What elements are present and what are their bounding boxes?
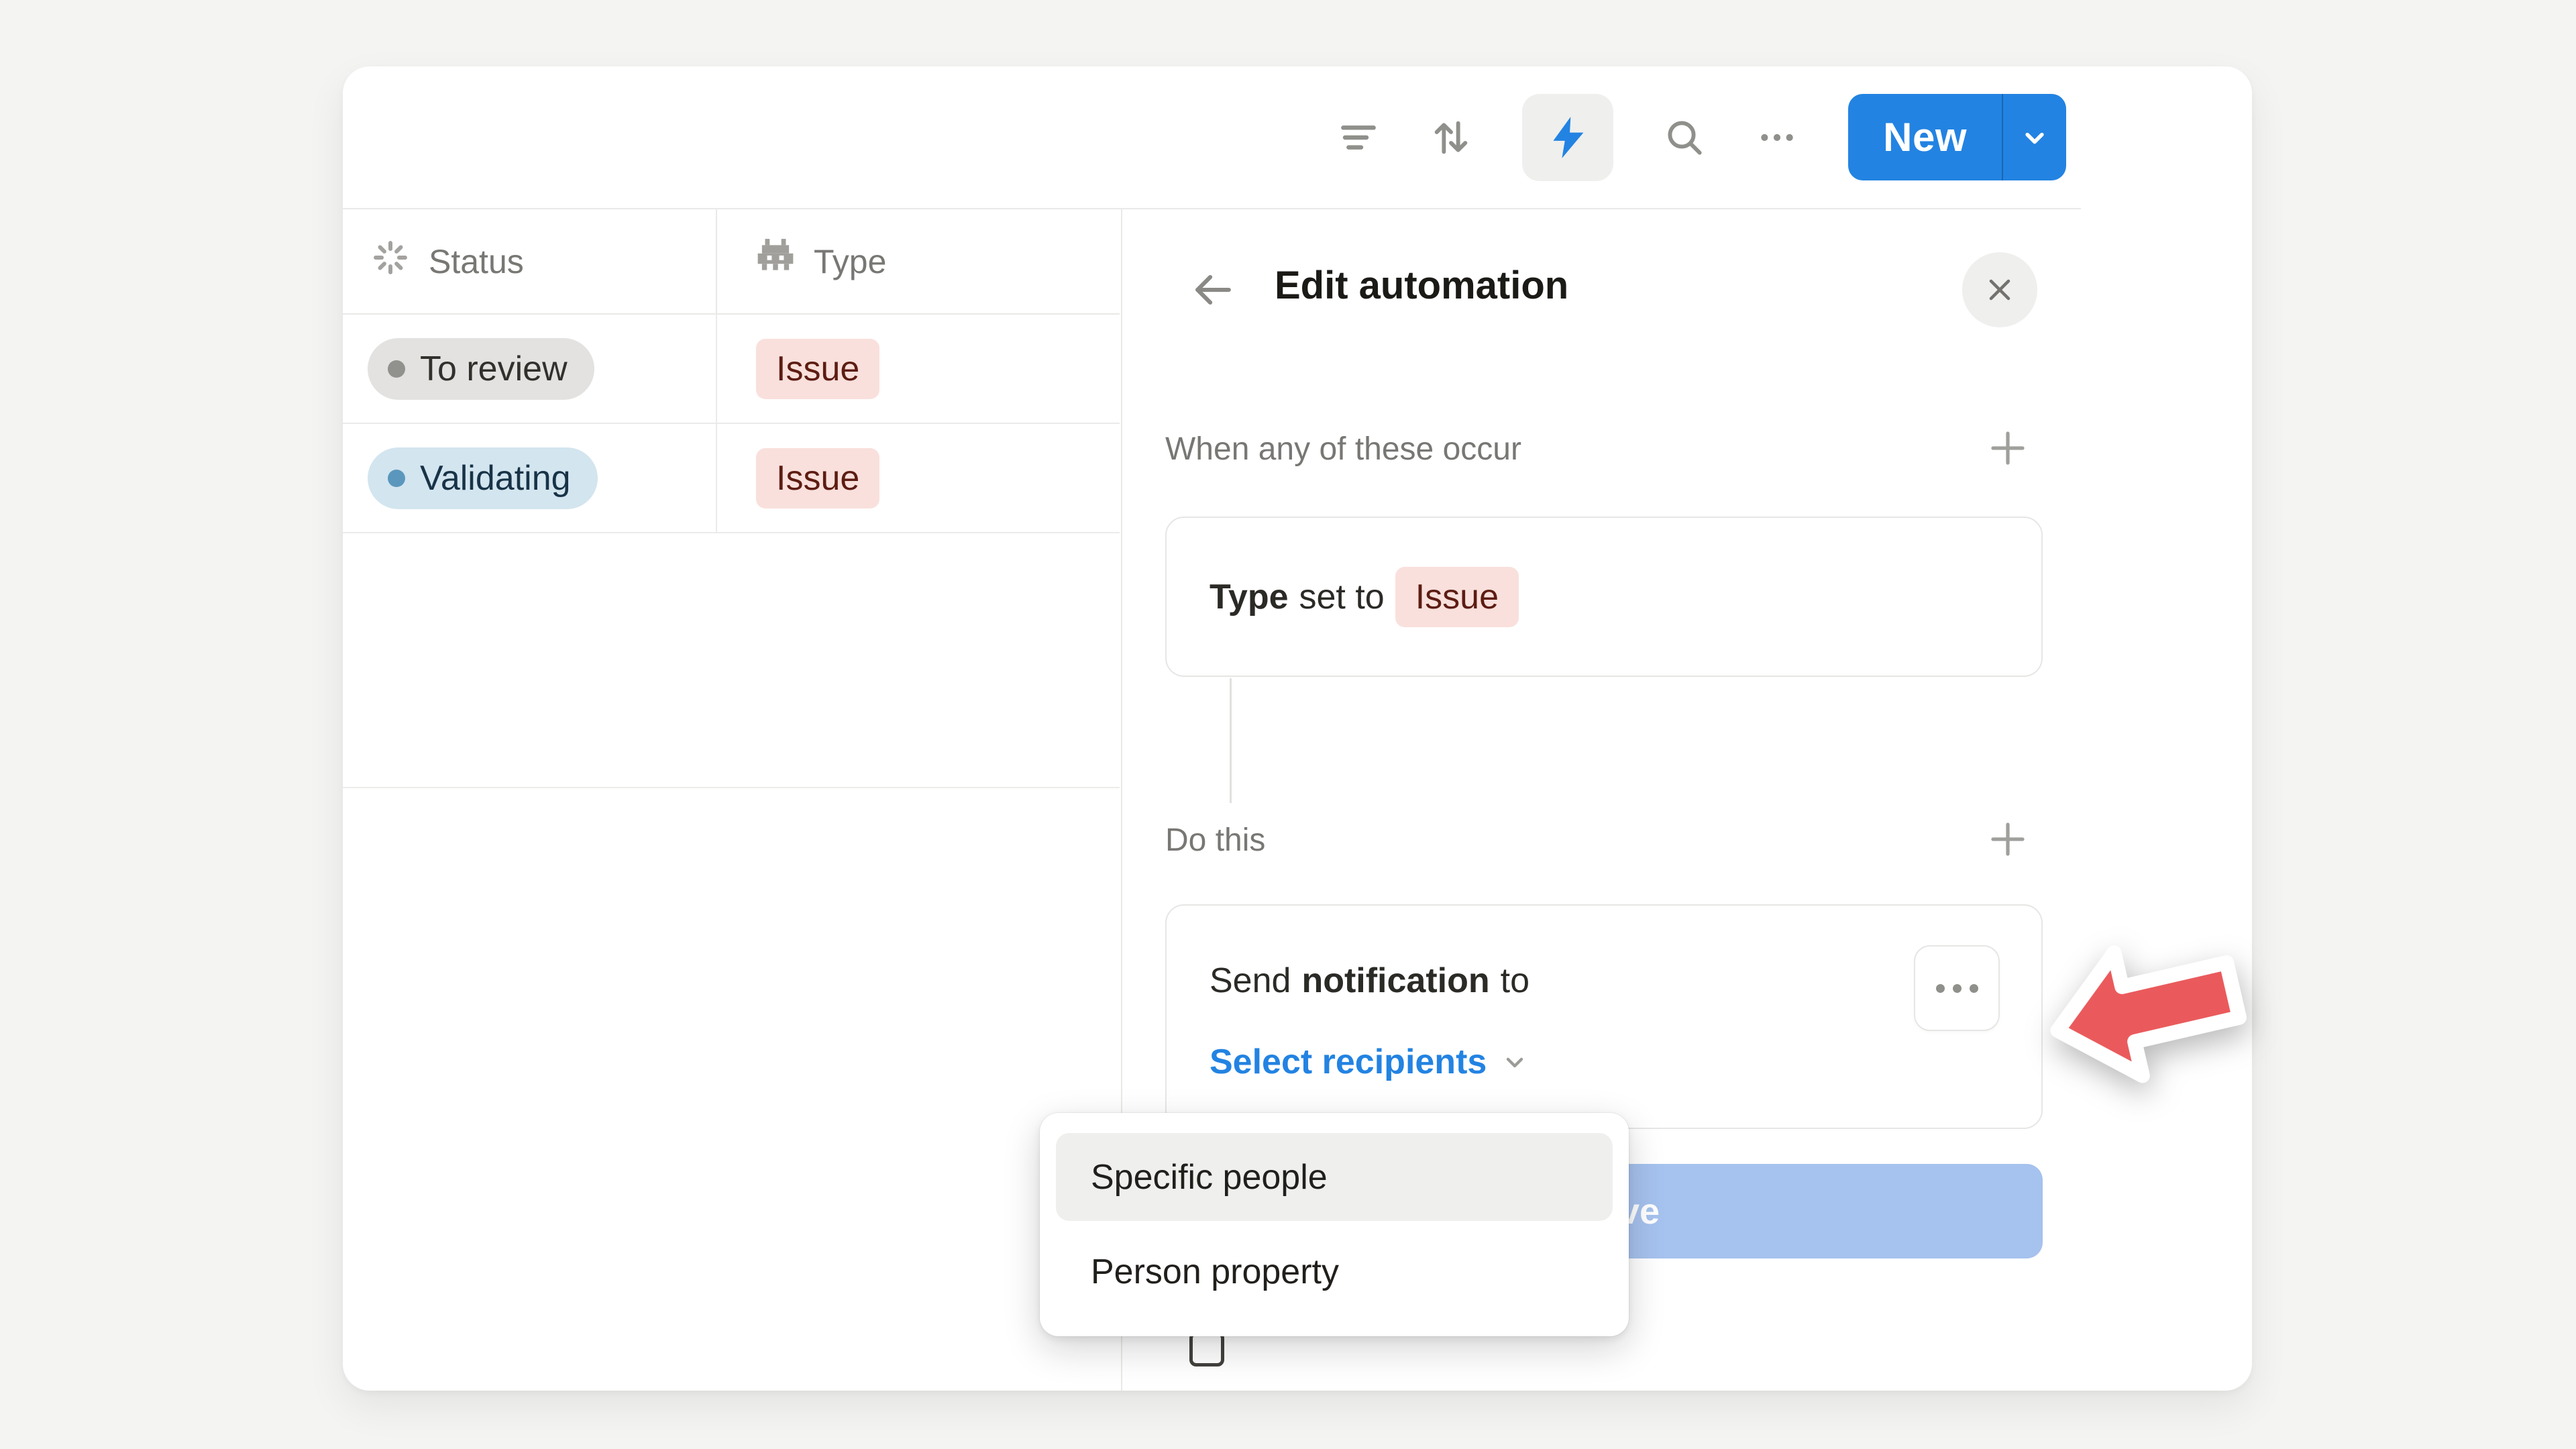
trigger-operator: set to [1299, 577, 1385, 617]
status-tag-label: Validating [420, 458, 571, 498]
filter-icon[interactable] [1337, 116, 1380, 159]
panel-header: Edit automation [1122, 209, 2252, 370]
add-trigger-button[interactable] [1984, 424, 2032, 472]
database-card: New [343, 66, 2252, 1391]
plus-icon [1986, 426, 2030, 470]
column-header-type[interactable]: Type [716, 209, 1118, 313]
action-type: notification [1301, 961, 1489, 1001]
arrow-left-icon [1189, 266, 1236, 313]
new-button-label[interactable]: New [1848, 94, 2002, 180]
automations-button-active[interactable] [1522, 94, 1613, 181]
trigger-card[interactable]: Type set to Issue [1165, 517, 2043, 677]
close-button[interactable] [1962, 252, 2037, 327]
lightning-icon [1543, 113, 1593, 162]
status-dot [388, 470, 405, 487]
back-button[interactable] [1187, 264, 1238, 315]
new-button[interactable]: New [1848, 94, 2066, 180]
action-section-label: Do this [1165, 822, 1265, 859]
type-tag-issue[interactable]: Issue [756, 339, 879, 399]
type-cell[interactable]: Issue [716, 424, 1118, 532]
more-options-button[interactable] [1756, 116, 1799, 159]
action-card[interactable]: Send notification to Select recipients [1165, 904, 2043, 1129]
checkbox-partial[interactable] [1189, 1332, 1224, 1366]
view-toolbar: New [343, 66, 2252, 208]
chevron-down-icon[interactable] [2003, 94, 2066, 180]
add-action-button[interactable] [1984, 815, 2032, 863]
status-tag-to-review[interactable]: To review [368, 338, 594, 400]
column-header-status[interactable]: Status [343, 209, 716, 313]
status-tag-label: To review [420, 349, 568, 389]
recipients-dropdown-menu: Specific people Person property [1040, 1113, 1629, 1336]
table-header-row: Status Type [343, 209, 1120, 315]
menu-item-specific-people[interactable]: Specific people [1056, 1133, 1613, 1221]
panel-title: Edit automation [1275, 263, 1568, 308]
flow-connector-line [1230, 678, 1232, 803]
empty-row-area[interactable] [343, 533, 1120, 788]
select-recipients-label[interactable]: Select recipients [1210, 1042, 1487, 1082]
chevron-down-icon [1499, 1046, 1531, 1078]
column-header-label: Type [814, 242, 886, 281]
select-recipients-dropdown-trigger[interactable]: Select recipients [1210, 1042, 1531, 1082]
type-tag-issue[interactable]: Issue [756, 448, 879, 508]
bug-invader-icon [755, 237, 796, 286]
status-dot [388, 360, 405, 378]
sort-icon[interactable] [1430, 116, 1472, 159]
status-cell[interactable]: To review [343, 315, 716, 423]
table-row: Validating Issue [343, 424, 1120, 533]
action-suffix: to [1501, 961, 1529, 1001]
table-row: To review Issue [343, 315, 1120, 424]
status-spinner-icon [370, 237, 411, 286]
action-sentence: Send notification to [1210, 961, 1529, 1001]
trigger-section-label: When any of these occur [1165, 431, 1521, 468]
action-prefix: Send [1210, 961, 1291, 1001]
type-cell[interactable]: Issue [716, 315, 1118, 423]
status-cell[interactable]: Validating [343, 424, 716, 532]
database-table: Status Type [343, 209, 1120, 788]
search-icon[interactable] [1663, 116, 1706, 159]
plus-icon [1986, 817, 2030, 861]
action-more-options-button[interactable] [1914, 945, 2000, 1031]
status-tag-validating[interactable]: Validating [368, 447, 598, 509]
trigger-value-tag: Issue [1395, 567, 1519, 627]
page-background: New [0, 0, 2576, 1449]
trigger-property: Type [1210, 577, 1289, 617]
column-header-label: Status [429, 242, 524, 281]
menu-item-person-property[interactable]: Person property [1056, 1228, 1613, 1316]
close-icon [1982, 272, 2017, 307]
